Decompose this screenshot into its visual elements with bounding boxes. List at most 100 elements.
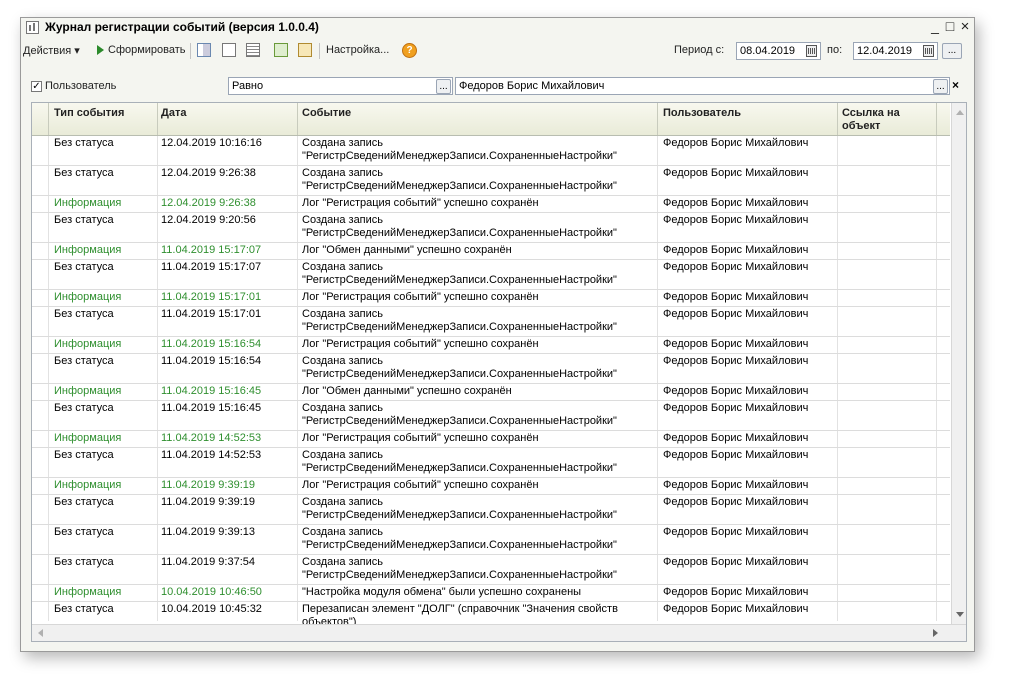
- row-date-cell: 12.04.2019 9:26:38: [161, 167, 256, 179]
- row-user-cell: Федоров Борис Михайлович: [663, 586, 809, 598]
- toolbar-separator: [190, 43, 191, 59]
- help-icon[interactable]: ?: [402, 43, 417, 58]
- row-date-cell: 10.04.2019 10:46:50: [161, 586, 262, 598]
- event-log-window: Журнал регистрации событий (версия 1.0.0…: [20, 17, 975, 652]
- table-row[interactable]: Без статуса 12.04.2019 9:20:56 Создана зап…: [32, 213, 950, 243]
- title-bar[interactable]: Журнал регистрации событий (версия 1.0.0…: [21, 18, 974, 37]
- table-row[interactable]: Информация 11.04.2019 15:16:54 Лог "Регист…: [32, 337, 950, 354]
- period-select-button[interactable]: ...: [942, 43, 962, 59]
- table-row[interactable]: Без статуса 11.04.2019 15:16:54 Создана за…: [32, 354, 950, 384]
- toolbar: Действия ▾ Сформировать Настройка... ? П…: [21, 40, 974, 62]
- scroll-up-icon[interactable]: [956, 110, 964, 115]
- table-icon[interactable]: [246, 43, 260, 57]
- column-header-object-link[interactable]: Ссылка на объект: [842, 107, 900, 133]
- row-date-cell: 11.04.2019 15:16:54: [161, 355, 262, 367]
- maximize-button[interactable]: □: [943, 19, 957, 34]
- row-type-cell: Без статуса: [54, 308, 114, 320]
- row-event-cell: Создана запись "РегистрСведенийМенеджерЗ…: [302, 261, 617, 286]
- table-row[interactable]: Информация 10.04.2019 10:46:50 "Настройка …: [32, 585, 950, 602]
- column-header-type[interactable]: Тип события: [54, 107, 124, 120]
- table-row[interactable]: Информация 12.04.2019 9:26:38 Лог "Регистр…: [32, 196, 950, 213]
- table-row[interactable]: Без статуса 12.04.2019 10:16:16 Создана за…: [32, 136, 950, 166]
- row-date-cell: 11.04.2019 15:17:01: [161, 291, 262, 303]
- minimize-button[interactable]: _: [928, 19, 942, 34]
- column-header-event[interactable]: Событие: [302, 107, 351, 120]
- scroll-down-icon[interactable]: [956, 612, 964, 617]
- row-user-cell: Федоров Борис Михайлович: [663, 432, 809, 444]
- vertical-scrollbar[interactable]: [951, 103, 966, 624]
- row-event-cell: Лог "Регистрация событий" успешно сохран…: [302, 197, 539, 209]
- scroll-right-icon[interactable]: [933, 629, 938, 637]
- column-header-user[interactable]: Пользователь: [663, 107, 741, 120]
- row-user-cell: Федоров Борис Михайлович: [663, 197, 809, 209]
- row-date-cell: 11.04.2019 15:17:01: [161, 308, 262, 320]
- row-type-cell: Информация: [54, 291, 122, 303]
- row-event-cell: Лог "Регистрация событий" успешно сохран…: [302, 432, 539, 444]
- calendar-icon[interactable]: [806, 45, 817, 57]
- table-row[interactable]: Без статуса 11.04.2019 14:52:53 Создана за…: [32, 448, 950, 478]
- row-event-cell: Создана запись "РегистрСведенийМенеджерЗ…: [302, 496, 617, 521]
- row-date-cell: 11.04.2019 15:16:45: [161, 385, 262, 397]
- table-row[interactable]: Без статуса 11.04.2019 9:37:54 Создана зап…: [32, 555, 950, 585]
- table-row[interactable]: Без статуса 11.04.2019 15:16:45 Создана за…: [32, 401, 950, 431]
- row-user-cell: Федоров Борис Михайлович: [663, 603, 809, 615]
- row-type-cell: Без статуса: [54, 261, 114, 273]
- table-header: Тип события Дата Событие Пользователь Сс…: [32, 103, 950, 136]
- horizontal-scrollbar[interactable]: [32, 624, 966, 641]
- close-button[interactable]: ×: [958, 19, 972, 34]
- row-type-cell: Информация: [54, 586, 122, 598]
- row-user-cell: Федоров Борис Михайлович: [663, 449, 809, 461]
- row-type-cell: Без статуса: [54, 603, 114, 615]
- generate-button[interactable]: Сформировать: [108, 44, 186, 56]
- calendar-icon[interactable]: [923, 45, 934, 57]
- row-date-cell: 11.04.2019 15:17:07: [161, 244, 262, 256]
- row-date-cell: 11.04.2019 14:52:53: [161, 432, 262, 444]
- table-row[interactable]: Информация 11.04.2019 15:17:01 Лог "Регист…: [32, 290, 950, 307]
- user-filter-label: Пользователь: [45, 80, 117, 92]
- row-event-cell: Лог "Обмен данными" успешно сохранён: [302, 385, 512, 397]
- table-row[interactable]: Информация 11.04.2019 9:39:19 Лог "Регистр…: [32, 478, 950, 495]
- table-row[interactable]: Без статуса 11.04.2019 9:39:19 Создана зап…: [32, 495, 950, 525]
- row-date-cell: 11.04.2019 15:16:54: [161, 338, 262, 350]
- clear-filter-button[interactable]: ×: [949, 77, 962, 93]
- row-date-cell: 12.04.2019 10:16:16: [161, 137, 262, 149]
- row-type-cell: Информация: [54, 432, 122, 444]
- scroll-left-icon[interactable]: [38, 629, 43, 637]
- user-filter-checkbox[interactable]: ✓: [31, 81, 42, 92]
- table-row[interactable]: Без статуса 11.04.2019 9:39:13 Создана зап…: [32, 525, 950, 555]
- play-icon[interactable]: [97, 45, 104, 55]
- row-date-cell: 11.04.2019 9:37:54: [161, 556, 255, 568]
- table-row[interactable]: Без статуса 11.04.2019 15:17:01 Создана за…: [32, 307, 950, 337]
- condition-select-button[interactable]: ...: [436, 79, 451, 94]
- row-event-cell: Создана запись "РегистрСведенийМенеджерЗ…: [302, 449, 617, 474]
- report-icon: [26, 21, 39, 34]
- row-type-cell: Без статуса: [54, 137, 114, 149]
- row-event-cell: Лог "Регистрация событий" успешно сохран…: [302, 291, 539, 303]
- row-user-cell: Федоров Борис Михайлович: [663, 214, 809, 226]
- row-user-cell: Федоров Борис Михайлович: [663, 308, 809, 320]
- row-date-cell: 11.04.2019 9:39:19: [161, 479, 255, 491]
- user-select-button[interactable]: ...: [933, 79, 948, 94]
- chart-icon[interactable]: [222, 43, 236, 57]
- row-type-cell: Без статуса: [54, 355, 114, 367]
- row-user-cell: Федоров Борис Михайлович: [663, 355, 809, 367]
- period-from-label: Период с:: [674, 44, 725, 56]
- row-event-cell: Создана запись "РегистрСведенийМенеджерЗ…: [302, 526, 617, 551]
- settings-button[interactable]: Настройка...: [326, 44, 389, 56]
- row-type-cell: Информация: [54, 338, 122, 350]
- table-row[interactable]: Без статуса 11.04.2019 15:17:07 Создана за…: [32, 260, 950, 290]
- import-icon[interactable]: [298, 43, 312, 57]
- table-row[interactable]: Без статуса 12.04.2019 9:26:38 Создана зап…: [32, 166, 950, 196]
- tree-icon[interactable]: [197, 43, 211, 57]
- user-value-field[interactable]: Федоров Борис Михайлович: [455, 77, 950, 95]
- period-to-label: по:: [827, 44, 843, 56]
- actions-menu[interactable]: Действия ▾: [23, 44, 80, 57]
- row-date-cell: 11.04.2019 9:39:13: [161, 526, 255, 538]
- table-row[interactable]: Информация 11.04.2019 15:17:07 Лог "Обмен …: [32, 243, 950, 260]
- export-icon[interactable]: [274, 43, 288, 57]
- table-row[interactable]: Информация 11.04.2019 15:16:45 Лог "Обмен …: [32, 384, 950, 401]
- row-user-cell: Федоров Борис Михайлович: [663, 167, 809, 179]
- table-row[interactable]: Информация 11.04.2019 14:52:53 Лог "Регист…: [32, 431, 950, 448]
- condition-field[interactable]: Равно: [228, 77, 453, 95]
- column-header-date[interactable]: Дата: [161, 107, 186, 120]
